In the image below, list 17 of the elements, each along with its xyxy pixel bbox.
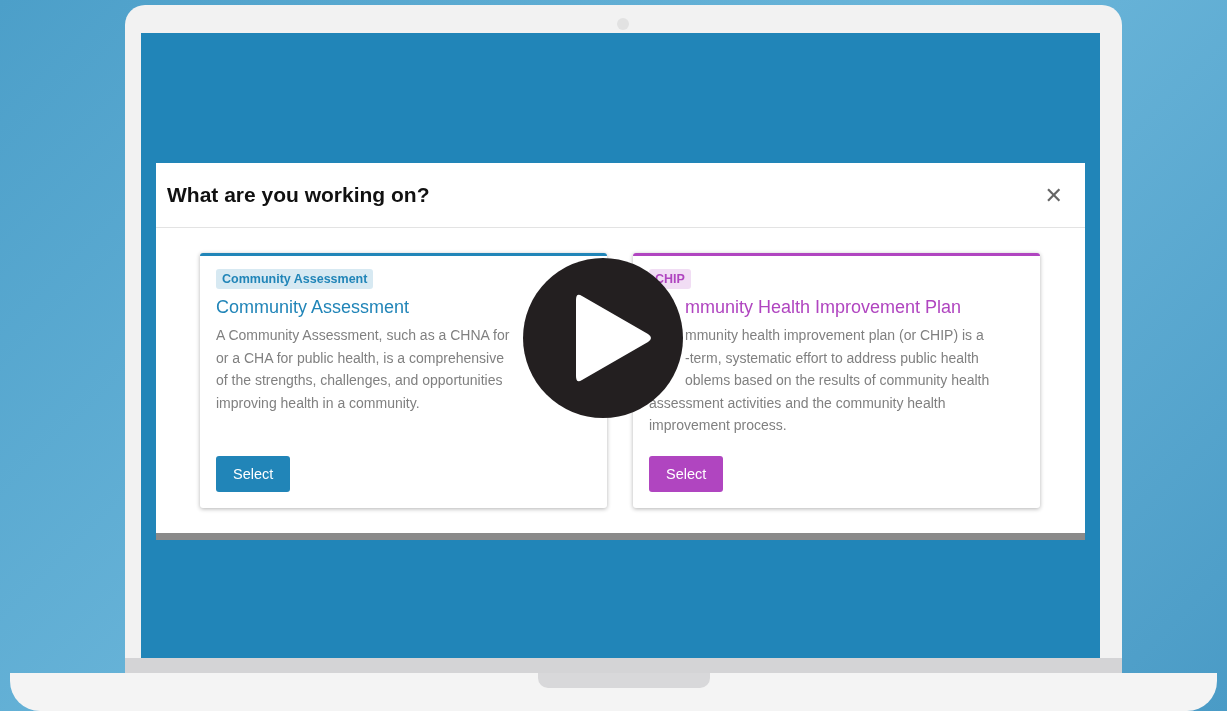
dialog-title: What are you working on? bbox=[167, 183, 430, 207]
description-line: assessment activities and the community health bbox=[649, 393, 946, 413]
select-button[interactable]: Select bbox=[216, 456, 291, 492]
description-line: improvement process. bbox=[649, 416, 787, 435]
description-line: oblems based on the results of community health bbox=[685, 371, 990, 390]
play-icon bbox=[574, 292, 654, 384]
select-button[interactable]: Select bbox=[649, 456, 724, 492]
card-title: Community Assessment bbox=[216, 297, 410, 318]
description-line: improving health in a community. bbox=[216, 393, 420, 413]
description-line: A Community Assessment, such as a CHNA for bbox=[216, 326, 510, 345]
description-line: mmunity health improvement plan (or CHIP) is a bbox=[685, 326, 984, 345]
description-line: or a CHA for public health, is a comprehensive bbox=[216, 348, 504, 368]
tag-label: Community Assessment bbox=[216, 269, 374, 289]
description-line: -term, systematic effort to address public health bbox=[685, 348, 979, 368]
card-title: mmunity Health Improvement Plan bbox=[684, 297, 962, 318]
description-line: of the strengths, challenges, and opportunities bbox=[216, 371, 503, 390]
close-button[interactable]: ✕ bbox=[1040, 182, 1067, 208]
